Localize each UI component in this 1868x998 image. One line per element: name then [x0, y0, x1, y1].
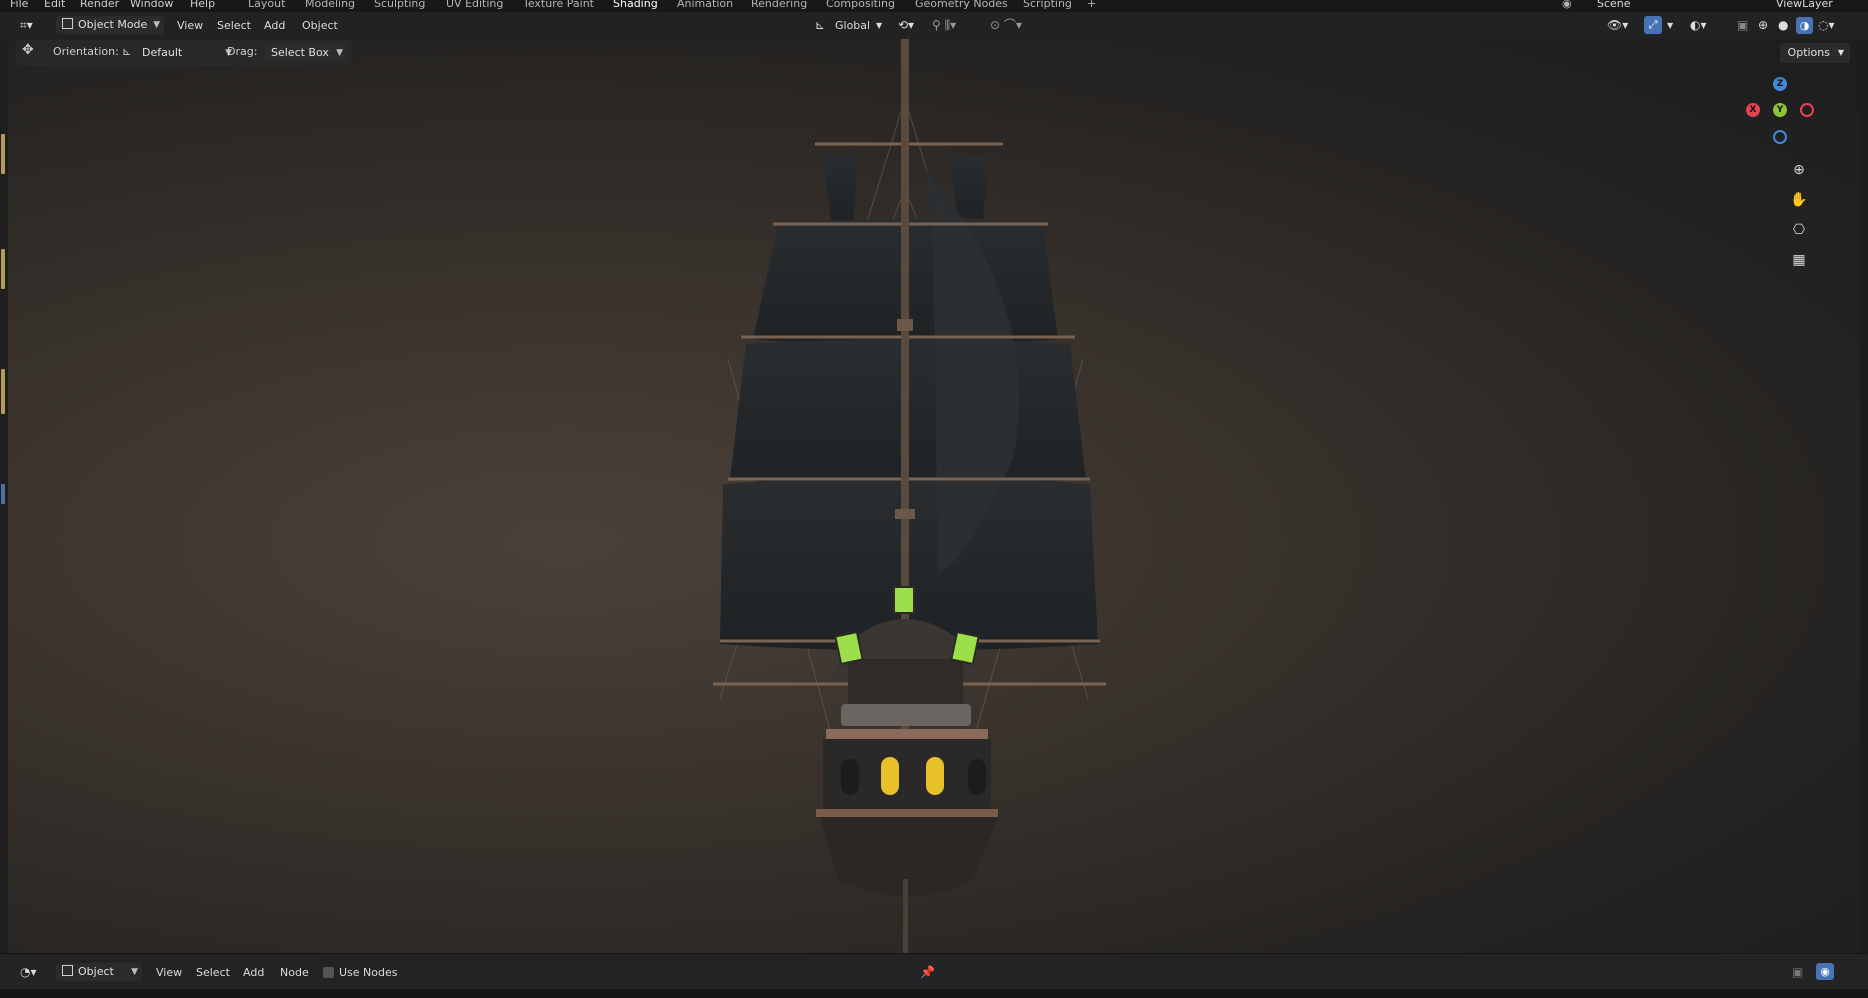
menu-window[interactable]: Window	[130, 0, 173, 10]
grid-icon[interactable]: ▦	[1788, 249, 1810, 271]
edge-marker	[1, 484, 5, 504]
gizmo-negative-z-axis[interactable]	[1773, 130, 1787, 144]
view-layer-name[interactable]: ViewLayer	[1776, 0, 1833, 10]
material-shading-icon[interactable]: ◑	[1796, 17, 1813, 34]
add-workspace-icon[interactable]: +	[1087, 0, 1096, 10]
menu-edit[interactable]: Edit	[44, 0, 65, 10]
editor-type-icon[interactable]: ◔▾	[20, 964, 37, 981]
gizmo-toggle-icon[interactable]: ⤢	[1644, 16, 1662, 34]
top-menu-bar: File Edit Render Window Help Layout Mode…	[0, 0, 1868, 12]
chevron-down-icon: ▼	[1837, 48, 1844, 57]
object-mode-icon	[62, 18, 73, 29]
options-label: Options	[1787, 46, 1830, 59]
use-nodes-label: Use Nodes	[339, 966, 398, 979]
edge-marker	[1, 249, 5, 289]
orientation-icon: ⊾	[122, 45, 132, 58]
edge-marker	[1, 369, 5, 414]
use-nodes-checkbox[interactable]	[323, 967, 334, 978]
orientation-value: Default	[142, 46, 183, 59]
drag-dropdown[interactable]: Select Box ▼	[265, 44, 347, 62]
proportional-icon[interactable]: ⊙ ⌒▾	[990, 17, 1022, 34]
3d-viewport[interactable]: Z X Y ⊕ ✋ ⎔ ▦	[8, 39, 1860, 953]
shader-type-dropdown[interactable]: Object ▼	[56, 963, 142, 981]
orientation-icon: ⊾	[815, 18, 826, 32]
xray-icon[interactable]: ▣	[1737, 17, 1748, 34]
backdrop-icon[interactable]: ◉	[1816, 963, 1834, 980]
snap-icon[interactable]: ⚲ ⫼▾	[932, 17, 956, 34]
tab-animation[interactable]: Animation	[677, 0, 733, 10]
chevron-down-icon: ▼	[1667, 21, 1674, 30]
transform-orientation-dropdown[interactable]: Global	[835, 17, 870, 34]
tool-settings-bar: ✥ Orientation: ⊾ Default ▼ Drag: Select …	[16, 40, 352, 66]
mode-dropdown[interactable]: Object Mode ▼	[56, 16, 164, 34]
object-menu[interactable]: Object	[302, 17, 338, 34]
move-icon[interactable]: ✥	[22, 42, 34, 58]
status-bar	[0, 989, 1868, 998]
gizmo-negative-x-axis[interactable]	[1800, 103, 1814, 117]
add-menu[interactable]: Add	[264, 17, 285, 34]
gizmo-y-axis[interactable]: Y	[1773, 103, 1787, 117]
hand-pan-icon[interactable]: ✋	[1788, 189, 1810, 211]
drag-value: Select Box	[271, 46, 329, 59]
overlay-icon[interactable]: ▣	[1792, 964, 1803, 981]
pin-icon[interactable]: 📌	[920, 964, 935, 981]
chevron-down-icon: ▼	[131, 967, 138, 977]
pivot-icon[interactable]: ⟲▾	[898, 17, 914, 34]
tab-texture-paint[interactable]: Texture Paint	[523, 0, 594, 10]
chevron-down-icon: ▼	[876, 21, 883, 30]
orientation-dropdown[interactable]: Default ▼	[136, 44, 236, 62]
add-menu[interactable]: Add	[243, 964, 264, 981]
options-dropdown[interactable]: Options ▼	[1779, 43, 1850, 63]
left-region-edge	[0, 39, 8, 953]
menu-help[interactable]: Help	[190, 0, 215, 10]
gizmo-z-axis[interactable]: Z	[1773, 77, 1787, 91]
menu-file[interactable]: File	[10, 0, 28, 10]
node-editor-header: ◔▾ Object ▼ View Select Add Node Use Nod…	[0, 953, 1868, 990]
view-menu[interactable]: View	[156, 964, 182, 981]
rendered-shading-icon[interactable]: ◌▾	[1818, 17, 1835, 34]
node-menu[interactable]: Node	[280, 964, 309, 981]
scene-name[interactable]: Scene	[1597, 0, 1631, 10]
tab-compositing[interactable]: Compositing	[826, 0, 895, 10]
orientation-label: Orientation:	[53, 45, 119, 58]
select-menu[interactable]: Select	[217, 17, 251, 34]
editor-type-icon[interactable]: ⌗▾	[20, 17, 33, 34]
chevron-down-icon: ▼	[336, 48, 343, 58]
view-menu[interactable]: View	[177, 17, 203, 34]
tab-sculpting[interactable]: Sculpting	[374, 0, 425, 10]
tab-scripting[interactable]: Scripting	[1023, 0, 1072, 10]
solid-shading-icon[interactable]: ●	[1778, 17, 1788, 34]
object-icon	[62, 965, 73, 976]
tab-shading[interactable]: Shading	[613, 0, 658, 10]
overlay-icon[interactable]: ◐▾	[1690, 17, 1707, 34]
tab-modeling[interactable]: Modeling	[305, 0, 355, 10]
chevron-down-icon: ▼	[153, 20, 160, 30]
pirate-ship-model	[713, 39, 1106, 953]
tab-rendering[interactable]: Rendering	[751, 0, 807, 10]
tab-uv-editing[interactable]: UV Editing	[446, 0, 503, 10]
visibility-icon[interactable]: 👁▾	[1607, 17, 1628, 34]
select-menu[interactable]: Select	[196, 964, 230, 981]
mode-label: Object Mode	[78, 18, 148, 31]
shader-type-label: Object	[78, 965, 114, 978]
tab-geometry-nodes[interactable]: Geometry Nodes	[915, 0, 1008, 10]
wireframe-shading-icon[interactable]: ⊕	[1758, 17, 1768, 34]
camera-icon[interactable]: ⎔	[1788, 219, 1810, 241]
viewport-header: ⌗▾ Object Mode ▼ View Select Add Object …	[0, 12, 1868, 39]
zoom-icon[interactable]: ⊕	[1788, 159, 1810, 181]
edge-marker	[1, 134, 5, 174]
drag-label: Drag:	[227, 45, 258, 58]
menu-render[interactable]: Render	[80, 0, 119, 10]
scene-icon: ◉	[1562, 0, 1572, 10]
gizmo-x-axis[interactable]: X	[1746, 103, 1760, 117]
tab-layout[interactable]: Layout	[248, 0, 285, 10]
